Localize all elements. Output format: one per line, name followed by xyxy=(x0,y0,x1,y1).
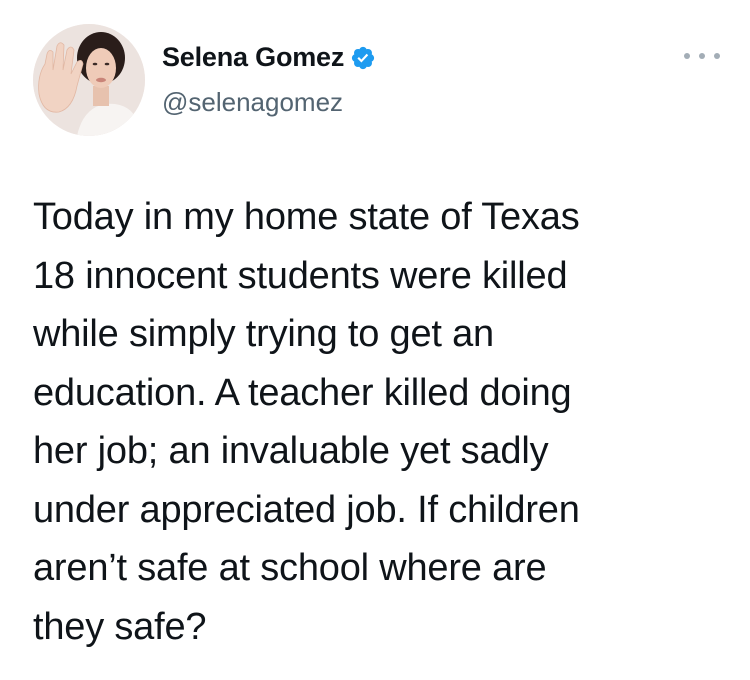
author-name-row: Selena Gomez xyxy=(162,42,376,73)
more-options-button[interactable] xyxy=(684,46,720,66)
verified-badge-icon xyxy=(350,45,376,71)
tweet-text: Today in my home state of Texas 18 innoc… xyxy=(33,196,580,648)
profile-photo-icon xyxy=(33,24,145,136)
more-options-icon xyxy=(714,53,720,59)
avatar[interactable] xyxy=(33,24,145,136)
display-name[interactable]: Selena Gomez xyxy=(162,42,344,73)
author-handle[interactable]: @selenagomez xyxy=(162,87,343,118)
more-options-icon xyxy=(699,53,705,59)
tweet-card: Selena Gomez @selenagomez Today in my ho… xyxy=(0,0,750,680)
more-options-icon xyxy=(684,53,690,59)
